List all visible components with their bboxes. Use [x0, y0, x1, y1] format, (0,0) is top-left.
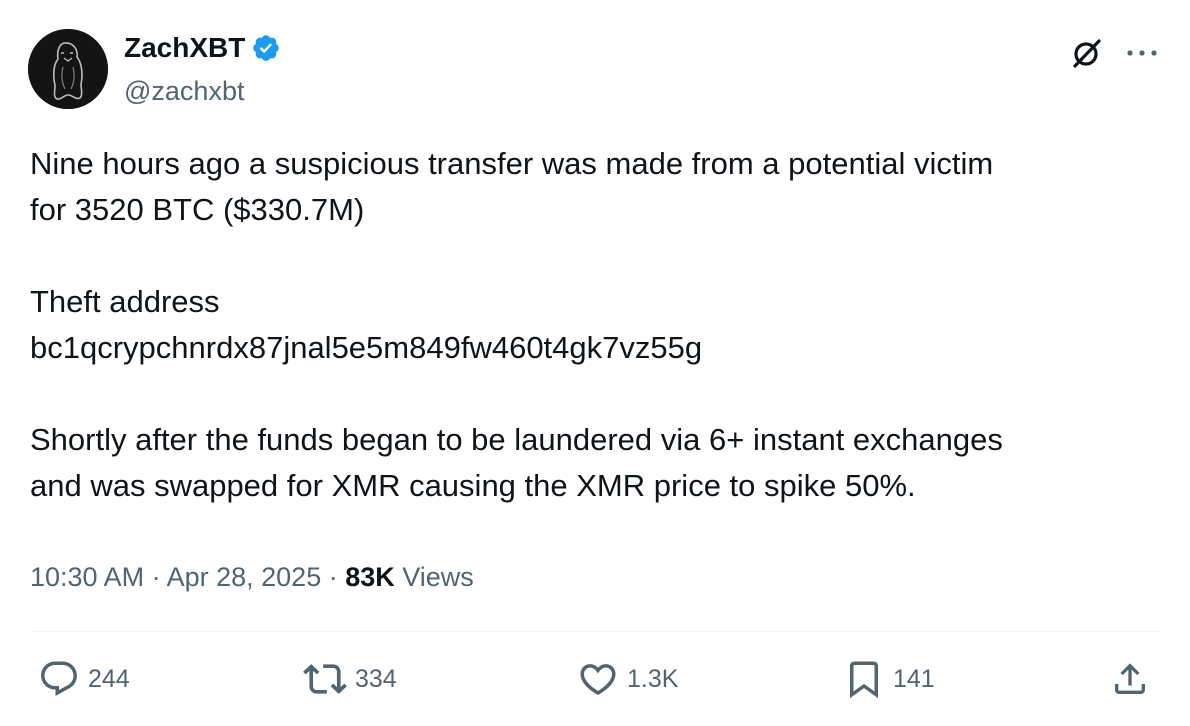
verified-badge-icon[interactable]	[251, 33, 281, 63]
tweet-text-line: for 3520 BTC ($330.7M)	[30, 192, 365, 227]
author-handle[interactable]: @zachxbt	[124, 74, 244, 108]
tweet-date[interactable]: Apr 28, 2025	[167, 562, 322, 592]
more-options-button[interactable]	[1122, 33, 1162, 73]
author-display-name[interactable]: ZachXBT	[124, 30, 245, 66]
author-avatar[interactable]	[28, 29, 108, 109]
grok-button[interactable]	[1067, 33, 1107, 73]
repost-arrows-icon	[303, 664, 347, 694]
tweet-card: ZachXBT @zachxbt Nine hours ago a suspic…	[0, 0, 1190, 726]
tweet-time[interactable]: 10:30 AM	[30, 562, 144, 592]
bookmark-button[interactable]: 141	[843, 657, 935, 701]
tweet-text-line: Theft address	[30, 284, 220, 319]
tweet-meta: 10:30 AM · Apr 28, 2025 · 83K Views	[30, 559, 474, 595]
share-button[interactable]	[1110, 657, 1150, 701]
tweet-text-line: Shortly after the funds began to be laun…	[30, 422, 1003, 457]
grok-icon	[1073, 39, 1101, 68]
tweet-text-line: Nine hours ago a suspicious transfer was…	[30, 146, 994, 181]
reply-count: 244	[88, 664, 130, 693]
like-count: 1.3K	[627, 664, 679, 693]
repost-button[interactable]: 334	[303, 657, 397, 701]
divider	[30, 631, 1160, 632]
theft-address: bc1qcrypchnrdx87jnal5e5m849fw460t4gk7vz5…	[30, 330, 703, 365]
more-dots-icon	[1127, 50, 1157, 56]
penguin-avatar-icon	[28, 29, 108, 109]
views-label[interactable]: Views	[395, 562, 474, 592]
meta-separator: ·	[144, 562, 167, 592]
bookmark-icon	[850, 661, 878, 699]
views-count[interactable]: 83K	[345, 562, 395, 592]
tweet-body: Nine hours ago a suspicious transfer was…	[30, 141, 1170, 509]
like-button[interactable]: 1.3K	[577, 657, 678, 701]
tweet-text-line: and was swapped for XMR causing the XMR …	[30, 468, 916, 503]
bookmark-count: 141	[893, 664, 935, 693]
reply-button[interactable]: 244	[38, 657, 130, 701]
heart-icon	[580, 664, 616, 696]
reply-bubble-icon	[41, 661, 77, 696]
meta-separator: ·	[321, 562, 346, 592]
author-name-row[interactable]: ZachXBT	[124, 30, 281, 66]
share-upload-icon	[1115, 663, 1145, 694]
repost-count: 334	[355, 664, 397, 693]
